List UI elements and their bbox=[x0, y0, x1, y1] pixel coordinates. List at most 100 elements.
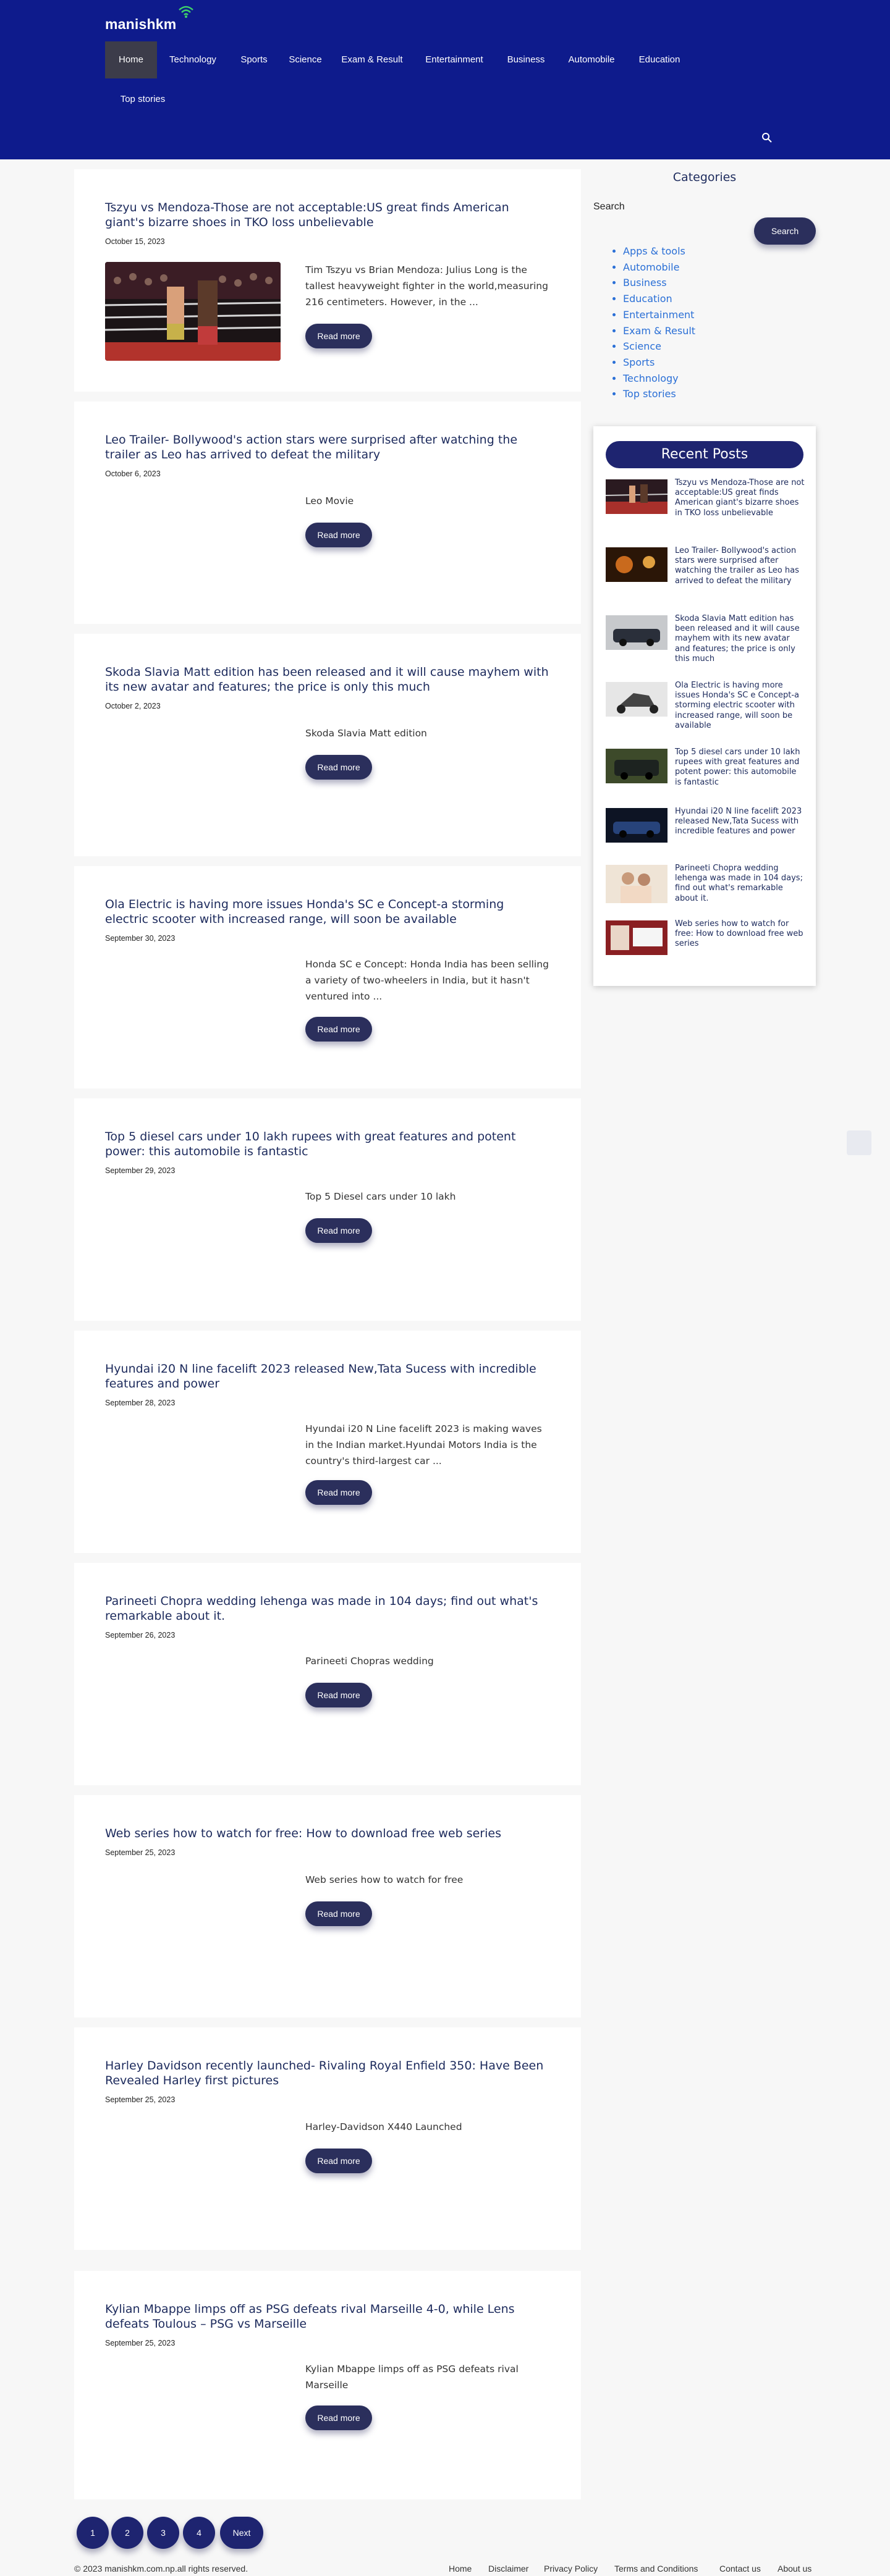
nav-item-home[interactable]: Home bbox=[105, 41, 157, 78]
footer-link-about[interactable]: About us bbox=[778, 2564, 812, 2574]
nav-item-automobile[interactable]: Automobile bbox=[556, 41, 627, 78]
read-more-button[interactable]: Read more bbox=[305, 2149, 372, 2173]
post-excerpt: Skoda Slavia Matt edition bbox=[305, 728, 427, 739]
recent-post-thumbnail[interactable] bbox=[606, 682, 668, 717]
category-link[interactable]: Technology bbox=[623, 371, 695, 387]
post-excerpt: Honda SC e Concept: Honda India has been… bbox=[305, 959, 549, 1002]
post-date: September 26, 2023 bbox=[105, 1631, 176, 1639]
category-link[interactable]: Science bbox=[623, 339, 695, 355]
recent-post-title[interactable]: Hyundai i20 N line facelift 2023 release… bbox=[675, 807, 805, 837]
post-title[interactable]: Harley Davidson recently launched- Rival… bbox=[105, 2058, 550, 2088]
post-excerpt: Parineeti Chopras wedding bbox=[305, 1656, 434, 1667]
recent-post-thumbnail[interactable] bbox=[606, 920, 668, 955]
scroll-to-top-button[interactable] bbox=[847, 1130, 871, 1155]
category-link[interactable]: Exam & Result bbox=[623, 323, 695, 339]
read-more-button[interactable]: Read more bbox=[305, 1901, 372, 1926]
post-card: Hyundai i20 N line facelift 2023 release… bbox=[74, 1331, 581, 1553]
post-card: Ola Electric is having more issues Honda… bbox=[74, 866, 581, 1088]
category-link[interactable]: Sports bbox=[623, 355, 695, 371]
category-link[interactable]: Automobile bbox=[623, 259, 695, 276]
recent-post-title[interactable]: Ola Electric is having more issues Honda… bbox=[675, 681, 805, 731]
post-card: Skoda Slavia Matt edition has been relea… bbox=[74, 634, 581, 856]
recent-post-item[interactable]: Skoda Slavia Matt edition has been relea… bbox=[606, 614, 810, 677]
page-button-3[interactable]: 3 bbox=[147, 2517, 179, 2549]
scooter-thumb-image bbox=[606, 682, 668, 717]
read-more-button[interactable]: Read more bbox=[305, 1683, 372, 1707]
post-title[interactable]: Tszyu vs Mendoza-Those are not acceptabl… bbox=[105, 200, 550, 230]
nav-item-exam-result[interactable]: Exam & Result bbox=[331, 41, 413, 78]
category-link[interactable]: Business bbox=[623, 275, 695, 291]
recent-post-title[interactable]: Tszyu vs Mendoza-Those are not acceptabl… bbox=[675, 478, 805, 518]
recent-post-thumbnail[interactable] bbox=[606, 479, 668, 514]
post-thumbnail[interactable] bbox=[105, 262, 281, 361]
recent-post-title[interactable]: Web series how to watch for free: How to… bbox=[675, 919, 805, 949]
read-more-button[interactable]: Read more bbox=[305, 324, 372, 348]
nav-item-business[interactable]: Business bbox=[496, 41, 556, 78]
post-title[interactable]: Web series how to watch for free: How to… bbox=[105, 1826, 550, 1841]
post-excerpt: Kylian Mbappe limps off as PSG defeats r… bbox=[305, 2363, 519, 2391]
nav-item-education[interactable]: Education bbox=[627, 41, 692, 78]
page-button-2[interactable]: 2 bbox=[111, 2517, 143, 2549]
footer-link-disclaimer[interactable]: Disclaimer bbox=[488, 2564, 528, 2574]
post-excerpt: Harley-Davidson X440 Launched bbox=[305, 2121, 462, 2132]
recent-post-item[interactable]: Parineeti Chopra wedding lehenga was mad… bbox=[606, 864, 810, 917]
post-title[interactable]: Parineeti Chopra wedding lehenga was mad… bbox=[105, 1594, 550, 1623]
post-title[interactable]: Hyundai i20 N line facelift 2023 release… bbox=[105, 1362, 550, 1391]
category-link[interactable]: Education bbox=[623, 291, 695, 307]
post-title[interactable]: Leo Trailer- Bollywood's action stars we… bbox=[105, 432, 550, 462]
recent-post-item[interactable]: Tszyu vs Mendoza-Those are not acceptabl… bbox=[606, 478, 810, 535]
page-button-4[interactable]: 4 bbox=[183, 2517, 215, 2549]
recent-post-title[interactable]: Parineeti Chopra wedding lehenga was mad… bbox=[675, 864, 805, 904]
recent-post-thumbnail[interactable] bbox=[606, 865, 668, 903]
recent-post-title[interactable]: Leo Trailer- Bollywood's action stars we… bbox=[675, 546, 805, 586]
recent-posts-heading: Recent Posts bbox=[606, 441, 803, 468]
recent-post-thumbnail[interactable] bbox=[606, 749, 668, 783]
recent-post-item[interactable]: Ola Electric is having more issues Honda… bbox=[606, 681, 810, 744]
recent-posts-widget: Recent Posts Tszyu vs Mendoza-Those are … bbox=[593, 426, 816, 986]
search-icon[interactable] bbox=[761, 132, 773, 143]
recent-post-thumbnail[interactable] bbox=[606, 547, 668, 582]
read-more-button[interactable]: Read more bbox=[305, 1017, 372, 1042]
category-link[interactable]: Entertainment bbox=[623, 307, 695, 323]
nav-item-top-stories[interactable]: Top stories bbox=[105, 81, 180, 118]
recent-post-thumbnail[interactable] bbox=[606, 808, 668, 843]
car-thumb-image bbox=[606, 615, 668, 650]
recent-post-title[interactable]: Top 5 diesel cars under 10 lakh rupees w… bbox=[675, 747, 805, 788]
next-page-button[interactable]: Next bbox=[220, 2517, 263, 2549]
nav-item-entertainment[interactable]: Entertainment bbox=[413, 41, 496, 78]
category-link[interactable]: Apps & tools bbox=[623, 243, 695, 259]
post-title[interactable]: Kylian Mbappe limps off as PSG defeats r… bbox=[105, 2302, 550, 2331]
recent-post-title[interactable]: Skoda Slavia Matt edition has been relea… bbox=[675, 614, 805, 664]
post-date: September 25, 2023 bbox=[105, 2095, 176, 2104]
footer-link-terms[interactable]: Terms and Conditions bbox=[614, 2564, 698, 2574]
recent-post-item[interactable]: Web series how to watch for free: How to… bbox=[606, 919, 810, 964]
post-title[interactable]: Ola Electric is having more issues Honda… bbox=[105, 897, 550, 927]
nav-item-technology[interactable]: Technology bbox=[157, 41, 229, 78]
categories-heading: Categories bbox=[672, 170, 737, 184]
post-title[interactable]: Top 5 diesel cars under 10 lakh rupees w… bbox=[105, 1129, 550, 1159]
recent-post-item[interactable]: Top 5 diesel cars under 10 lakh rupees w… bbox=[606, 747, 810, 804]
read-more-button[interactable]: Read more bbox=[305, 2406, 372, 2430]
site-logo[interactable]: manishkm bbox=[105, 6, 193, 33]
category-link[interactable]: Top stories bbox=[623, 386, 695, 402]
post-card: Top 5 diesel cars under 10 lakh rupees w… bbox=[74, 1098, 581, 1321]
read-more-button[interactable]: Read more bbox=[305, 755, 372, 780]
read-more-button[interactable]: Read more bbox=[305, 1480, 372, 1505]
post-title[interactable]: Skoda Slavia Matt edition has been relea… bbox=[105, 665, 550, 694]
page-button-1[interactable]: 1 bbox=[77, 2517, 109, 2549]
post-card: Parineeti Chopra wedding lehenga was mad… bbox=[74, 1563, 581, 1785]
read-more-button[interactable]: Read more bbox=[305, 523, 372, 547]
footer-link-home[interactable]: Home bbox=[449, 2564, 472, 2574]
recent-post-item[interactable]: Hyundai i20 N line facelift 2023 release… bbox=[606, 807, 810, 864]
post-card: Web series how to watch for free: How to… bbox=[74, 1795, 581, 2018]
search-button[interactable]: Search bbox=[754, 217, 816, 245]
read-more-button[interactable]: Read more bbox=[305, 1218, 372, 1243]
wedding-thumb-image bbox=[606, 865, 668, 903]
nav-item-science[interactable]: Science bbox=[279, 41, 331, 78]
nav-item-sports[interactable]: Sports bbox=[229, 41, 279, 78]
footer-link-privacy[interactable]: Privacy Policy bbox=[544, 2564, 598, 2574]
recent-post-thumbnail[interactable] bbox=[606, 615, 668, 650]
recent-post-item[interactable]: Leo Trailer- Bollywood's action stars we… bbox=[606, 546, 810, 603]
footer-link-contact[interactable]: Contact us bbox=[719, 2564, 761, 2574]
post-date: September 28, 2023 bbox=[105, 1399, 176, 1407]
